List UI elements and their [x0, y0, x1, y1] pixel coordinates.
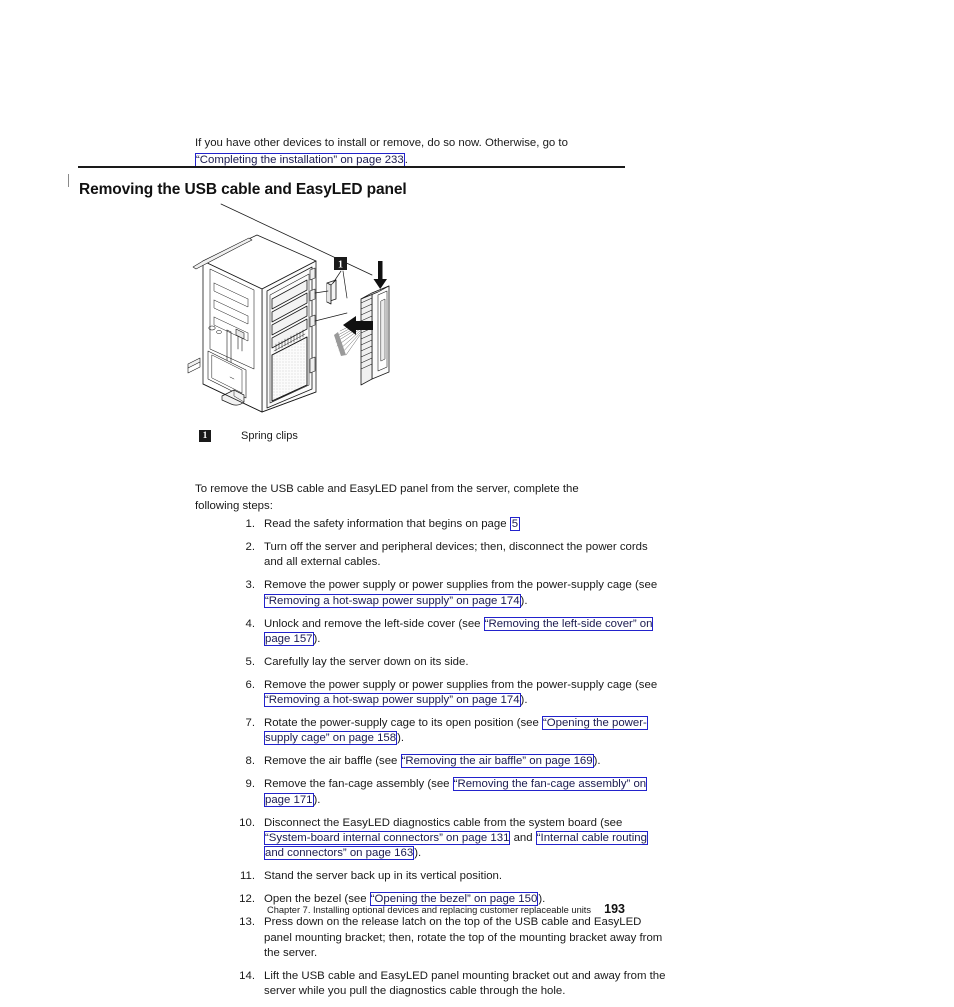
footer-page-number: 193	[604, 902, 625, 916]
step-text-run: Remove the power supply or power supplie…	[264, 678, 658, 691]
step-number: 7.	[245, 717, 256, 730]
intro-text-before: If you have other devices to install or …	[195, 137, 568, 150]
step-text: Remove the fan-cage assembly (see “Remov…	[264, 777, 667, 808]
procedure-step: 9. Remove the fan-cage assembly (see “Rem…	[235, 777, 667, 808]
step-number: 5.	[245, 655, 256, 668]
step-text-run: Read the safety information that begins …	[264, 518, 510, 530]
step-number: 11.	[240, 870, 255, 883]
procedure-step-list: 1. Read the safety information that begin…	[195, 517, 667, 1007]
step-text-run: ).	[593, 755, 601, 768]
page-title: Removing the USB cable and EasyLED panel	[79, 181, 407, 199]
figure-callout-1: 1	[334, 257, 347, 271]
step-text-run: Press down on the release latch on the t…	[264, 916, 663, 959]
legend-label: Spring clips	[241, 430, 298, 442]
step-text-run: Unlock and remove the left-side cover (s…	[264, 617, 484, 630]
step-text: Unlock and remove the left-side cover (s…	[264, 616, 667, 648]
step-number: 1.	[245, 518, 256, 530]
intro-text-after: .	[404, 153, 408, 166]
lead-in-paragraph: To remove the USB cable and EasyLED pane…	[195, 483, 579, 512]
step-text: Remove the power supply or power supplie…	[264, 678, 667, 709]
procedure-step: 5. Carefully lay the server down on its s…	[235, 655, 667, 670]
procedure-step: 10. Disconnect the EasyLED diagnostics ca…	[235, 816, 667, 862]
step-text-run: Disconnect the EasyLED diagnostics cable…	[264, 816, 623, 829]
section-rule	[78, 166, 625, 168]
step-text-run: Stand the server back up in its vertical…	[264, 870, 503, 883]
step-text-run: Remove the fan-cage assembly (see	[264, 778, 453, 791]
procedure-step: 11. Stand the server back up in its verti…	[235, 869, 667, 884]
manual-page: If you have other devices to install or …	[0, 0, 954, 997]
step-text-run: ).	[520, 694, 528, 707]
step-number: 2.	[245, 540, 256, 553]
procedure-step: 14. Lift the USB cable and EasyLED panel …	[235, 969, 667, 1000]
step-text-run: ).	[520, 594, 528, 607]
step-text: Turn off the server and peripheral devic…	[264, 540, 667, 571]
step-text-run: Carefully lay the server down on its sid…	[264, 655, 469, 668]
procedure-step: 6. Remove the power supply or power suppl…	[235, 678, 667, 709]
step-number: 12.	[239, 893, 255, 906]
step-text-run: Lift the USB cable and EasyLED panel mou…	[264, 969, 666, 998]
server-chassis-illustration: 1	[186, 199, 411, 427]
xref-link[interactable]: “Removing a hot-swap power supply” on pa…	[264, 593, 521, 608]
xref-link[interactable]: “System-board internal connectors” on pa…	[264, 831, 511, 845]
xref-completing-the-installation[interactable]: “Completing the installation” on page 23…	[195, 152, 405, 167]
step-text-run: ).	[313, 793, 321, 806]
legend-callout-number: 1	[199, 430, 211, 442]
step-number: 6.	[245, 678, 256, 691]
page-footer: Chapter 7. Installing optional devices a…	[267, 902, 625, 916]
step-number: 3.	[245, 579, 256, 592]
step-text-run: and	[510, 832, 536, 844]
procedure-step: 4. Unlock and remove the left-side cover …	[235, 616, 667, 648]
step-number: 8.	[245, 755, 256, 768]
step-text-run: ).	[313, 632, 321, 645]
step-number: 13.	[239, 916, 255, 929]
procedure-step: 2. Turn off the server and peripheral dev…	[235, 540, 667, 571]
xref-link[interactable]: 5	[509, 517, 521, 531]
step-number: 14.	[239, 969, 255, 982]
xref-link[interactable]: “Removing the air baffle” on page 169	[400, 754, 594, 769]
xref-link[interactable]: “Removing a hot-swap power supply” on pa…	[264, 693, 521, 708]
procedure-step: 8. Remove the air baffle (see “Removing t…	[235, 754, 667, 769]
procedure-step: 7. Rotate the power-supply cage to its op…	[235, 716, 667, 747]
revision-change-bar	[68, 174, 69, 187]
step-text-run: Turn off the server and peripheral devic…	[264, 540, 648, 569]
step-text-run: Remove the air baffle (see	[264, 755, 401, 768]
procedure-step: 3. Remove the power supply or power suppl…	[235, 578, 667, 609]
intro-paragraph: If you have other devices to install or …	[195, 135, 595, 167]
step-text-run: Rotate the power-supply cage to its open…	[264, 717, 542, 730]
step-number: 4.	[245, 617, 256, 630]
step-text-run: Remove the power supply or power supplie…	[264, 579, 658, 592]
step-text: Press down on the release latch on the t…	[264, 915, 667, 961]
svg-text:1: 1	[338, 260, 343, 271]
step-text-run: ).	[414, 847, 422, 860]
procedure-step: 1. Read the safety information that begin…	[235, 517, 667, 532]
step-text: Stand the server back up in its vertical…	[264, 869, 667, 884]
step-text: Rotate the power-supply cage to its open…	[264, 716, 667, 747]
step-text-run: ).	[397, 732, 405, 745]
step-text: Remove the power supply or power supplie…	[264, 578, 667, 609]
step-text: Disconnect the EasyLED diagnostics cable…	[264, 816, 667, 862]
step-text: Remove the air baffle (see “Removing the…	[264, 754, 667, 769]
procedure-step: 13. Press down on the release latch on th…	[235, 915, 667, 961]
step-text: Carefully lay the server down on its sid…	[264, 655, 667, 670]
figure-legend: 1 Spring clips	[199, 430, 298, 442]
step-text: Lift the USB cable and EasyLED panel mou…	[264, 969, 667, 1000]
step-number: 9.	[245, 778, 256, 791]
footer-chapter-text: Chapter 7. Installing optional devices a…	[267, 905, 592, 915]
step-number: 10.	[239, 816, 255, 829]
step-text: Read the safety information that begins …	[264, 517, 667, 532]
